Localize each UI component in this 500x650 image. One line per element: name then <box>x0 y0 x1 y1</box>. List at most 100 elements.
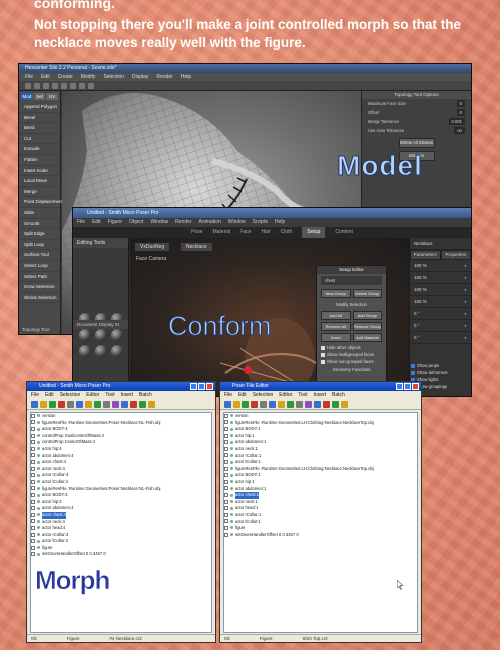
dial-arrow-icon[interactable]: ▸ <box>465 272 467 283</box>
expand-icon[interactable] <box>224 506 228 511</box>
group-dropdown[interactable]: chest <box>321 276 382 285</box>
toolbar-icon[interactable] <box>88 83 94 89</box>
add-material-button[interactable]: Add Material <box>352 333 382 342</box>
tool-select-path[interactable]: Select Path <box>19 272 60 283</box>
checkbox-icon[interactable] <box>411 370 415 375</box>
expand-icon[interactable] <box>31 420 35 425</box>
dial-arrow-icon[interactable]: ▸ <box>465 332 467 343</box>
tree-row[interactable]: actor hip:4 <box>31 499 211 506</box>
menu-item-editor[interactable]: Editor <box>279 391 292 399</box>
expand-icon[interactable] <box>224 420 228 425</box>
toolbar-icon[interactable] <box>112 401 119 408</box>
file-editor-right-title[interactable]: Poser File Editor <box>220 382 421 391</box>
toolbar-icon[interactable] <box>323 401 330 408</box>
parameter-dial[interactable]: 100 % ▸ <box>410 296 471 308</box>
checkbox-icon[interactable] <box>321 359 325 364</box>
menu-item-object[interactable]: Object <box>129 218 143 227</box>
toolbar-icon[interactable] <box>278 401 285 408</box>
toolbar-icon[interactable] <box>85 401 92 408</box>
menu-item-display[interactable]: Display <box>132 73 148 81</box>
tree-row[interactable]: controlProp CenterOfMass:4 <box>31 439 211 446</box>
tab-hair[interactable]: Hair <box>261 227 270 238</box>
tree-row[interactable]: actor BODY:4 <box>31 426 211 433</box>
tree-row[interactable]: figure <box>224 525 417 532</box>
checkbox-icon[interactable] <box>411 363 415 368</box>
parameter-dial[interactable]: 0 ° ▸ <box>410 320 471 332</box>
expand-icon[interactable] <box>224 440 228 445</box>
checkbox-hide-other-objects[interactable]: Hide other objects <box>317 344 386 351</box>
menu-item-file[interactable]: File <box>31 391 39 399</box>
toolbar-icon[interactable] <box>314 401 321 408</box>
expand-icon[interactable] <box>31 539 35 544</box>
tree-row[interactable]: controlProp GoalCenterOfMass:4 <box>31 433 211 440</box>
tool-split-edge[interactable]: Split Edge <box>19 229 60 240</box>
menu-item-edit[interactable]: Edit <box>92 218 101 227</box>
tree-row[interactable]: actor neck:4 <box>31 519 211 526</box>
expand-icon[interactable] <box>31 427 35 432</box>
menu-item-insert[interactable]: Insert <box>121 391 134 399</box>
tree-row[interactable]: actor rCollar:1 <box>224 453 417 460</box>
tree-row[interactable]: actor head:1 <box>224 505 417 512</box>
toolbar-icon[interactable] <box>251 401 258 408</box>
tree-row[interactable]: actor lCollar:1 <box>224 459 417 466</box>
expand-icon[interactable] <box>224 519 228 524</box>
tool-flatten[interactable]: Flatten <box>19 155 60 166</box>
expand-icon[interactable] <box>31 486 35 491</box>
menu-item-render[interactable]: Render <box>156 73 172 81</box>
file-editor-left-tree[interactable]: version figureResFile :Runtime:Geometries… <box>30 412 212 633</box>
remove-group-button[interactable]: Remove Group <box>352 322 382 331</box>
menu-item-help[interactable]: Help <box>275 218 285 227</box>
tree-row[interactable]: actor rCollar:4 <box>31 532 211 539</box>
toolbar-icon[interactable] <box>224 401 231 408</box>
add-group-button[interactable]: Add Group <box>352 311 382 320</box>
tree-row[interactable]: figureResFile :Runtime:Geometries:LH:Clo… <box>224 466 417 473</box>
display-style-icon[interactable] <box>111 345 123 357</box>
display-style-icon[interactable] <box>79 329 91 341</box>
expand-icon[interactable] <box>224 460 228 465</box>
tab-sel[interactable]: Sel <box>33 93 46 100</box>
menu-item-window[interactable]: Window <box>150 218 168 227</box>
tree-row[interactable]: actor lCollar:1 <box>224 519 417 526</box>
menu-item-tool[interactable]: Tool <box>298 391 307 399</box>
tab-uv[interactable]: UV <box>46 93 59 100</box>
expand-icon[interactable] <box>224 446 228 451</box>
option-value[interactable]: on <box>454 127 465 134</box>
tree-row[interactable]: actor hip:4 <box>31 446 211 453</box>
tree-row[interactable]: actor abdomen:1 <box>224 439 417 446</box>
menu-item-selection[interactable]: Selection <box>60 391 81 399</box>
tool-split-loop[interactable]: Split Loop <box>19 240 60 251</box>
expand-icon[interactable] <box>224 473 228 478</box>
option-value[interactable]: 0 <box>456 100 465 107</box>
maximize-icon[interactable] <box>198 383 205 390</box>
menu-item-file[interactable]: File <box>77 218 85 227</box>
tree-row[interactable]: version <box>224 413 417 420</box>
tree-row[interactable]: actor lCollar:4 <box>31 479 211 486</box>
tree-row[interactable]: setGeomHandlerOffset 0 0.3457 0 <box>31 551 211 558</box>
menu-item-help[interactable]: Help <box>181 73 191 81</box>
parameter-dial[interactable]: 100 % ▸ <box>410 260 471 272</box>
tree-row[interactable]: actor BODY:1 <box>224 472 417 479</box>
tree-row[interactable]: setGeomHandlerOffset 0 0.3457 0 <box>224 532 417 539</box>
minimize-icon[interactable] <box>396 383 403 390</box>
toolbar-icon[interactable] <box>25 83 31 89</box>
menu-item-file[interactable]: File <box>25 73 33 81</box>
expand-icon[interactable] <box>224 512 228 517</box>
tree-row[interactable]: figureResFile :Runtime:Geometries:LH:Clo… <box>224 420 417 427</box>
tool-surface-tool[interactable]: Surface Tool <box>19 250 60 261</box>
checkbox-show-props[interactable]: Show props <box>411 362 467 369</box>
expand-icon[interactable] <box>31 440 35 445</box>
toolbar-icon[interactable] <box>43 83 49 89</box>
close-icon[interactable] <box>412 383 419 390</box>
toolbar-icon[interactable] <box>31 401 38 408</box>
tree-row[interactable]: figure <box>31 545 211 552</box>
toolbar-icon[interactable] <box>260 401 267 408</box>
expand-icon[interactable] <box>224 466 228 471</box>
tab-properties[interactable]: Properties <box>440 250 471 260</box>
toolbar-icon[interactable] <box>233 401 240 408</box>
remove-all-button[interactable]: Remove All <box>321 322 351 331</box>
hexagon-title-bar[interactable]: Hexcenter Silo 2.2 Personal - Scene.silo… <box>19 64 471 73</box>
expand-icon[interactable] <box>31 552 35 557</box>
menu-item-insert[interactable]: Insert <box>314 391 327 399</box>
tool-shrink-selection[interactable]: Shrink Selection <box>19 293 60 304</box>
expand-icon[interactable] <box>31 512 35 517</box>
